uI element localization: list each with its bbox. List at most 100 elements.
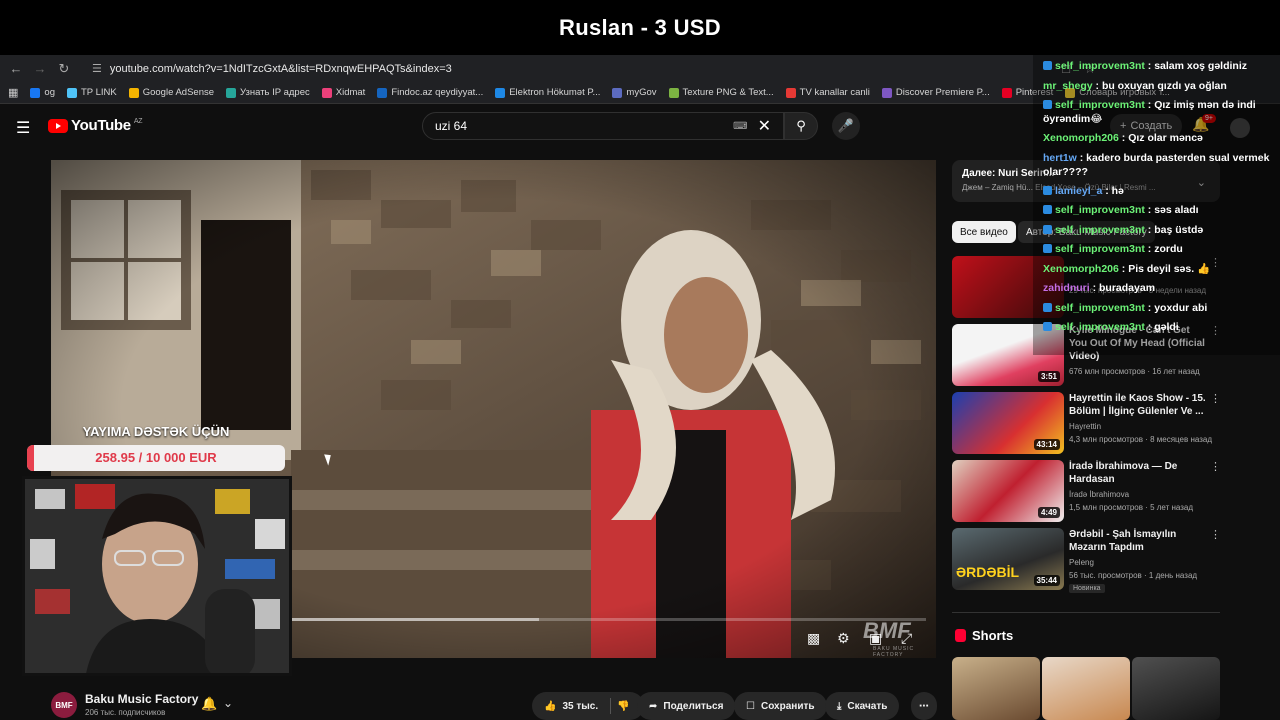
bookmark-label: Xidmat — [335, 87, 366, 98]
forward-icon[interactable]: → — [28, 61, 52, 76]
recommendation-item[interactable]: 43:14 Hayrettin ile Kaos Show - 15. Bölü… — [952, 392, 1221, 454]
recommendation-title: Hayrettin ile Kaos Show - 15. Bölüm | İl… — [1069, 393, 1206, 417]
donation-goal-bar: 258.95 / 10 000 EUR — [27, 445, 285, 471]
recommendation-thumbnail[interactable]: 43:14 — [952, 392, 1064, 454]
search-button[interactable]: ⚲ — [784, 112, 818, 140]
recommendation-channel[interactable]: Hayrettin — [1069, 422, 1101, 431]
bookmark-item[interactable]: myGov — [612, 87, 657, 98]
site-info-icon[interactable]: ☰ — [92, 62, 102, 75]
clear-search-icon[interactable]: ✕ — [758, 116, 771, 136]
thumbs-down-icon[interactable]: 👎 — [617, 701, 629, 712]
like-count: 35 тыс. — [562, 700, 599, 712]
chat-text: : yoxdur abi — [1144, 301, 1208, 314]
donation-alert-banner: Ruslan - 3 USD — [0, 0, 1280, 55]
voice-search-button[interactable]: 🎤 — [832, 112, 860, 140]
bookmark-label: TV kanallar canli — [799, 87, 870, 98]
apps-grid-icon[interactable]: ▦ — [8, 86, 18, 99]
more-vertical-icon[interactable]: ⋮ — [1210, 460, 1221, 473]
more-vertical-icon[interactable]: ⋮ — [1210, 392, 1221, 405]
address-bar[interactable]: ☰ youtube.com/watch?v=1NdITzcGxtA&list=R… — [86, 57, 1046, 80]
chevron-down-icon[interactable]: ⌄ — [223, 696, 233, 710]
save-label: Сохранить — [760, 700, 815, 712]
chat-username: Xenomorph206 — [1043, 262, 1119, 275]
chat-message: self_improvem3nt : salam xoş gəldiniz — [1043, 59, 1273, 73]
video-duration: 4:49 — [1037, 507, 1060, 518]
chat-message: Xenomorph206 : Qız olar məncə — [1043, 131, 1273, 145]
bookmark-label: Texture PNG & Text... — [682, 87, 774, 98]
chat-text: : səs aladı — [1144, 204, 1199, 216]
bookmark-item[interactable]: Texture PNG & Text... — [668, 87, 774, 98]
chat-message: self_improvem3nt : səs aladı — [1043, 203, 1273, 217]
recommendation-channel[interactable]: Peleng — [1069, 558, 1094, 567]
channel-avatar[interactable]: BMF — [51, 692, 77, 718]
chat-username: self_improvem3nt — [1055, 223, 1145, 236]
chat-badge-icon — [1043, 224, 1052, 234]
short-thumbnail[interactable] — [1042, 657, 1130, 720]
channel-name[interactable]: Baku Music Factory — [85, 692, 198, 706]
bookmark-favicon-icon — [128, 87, 139, 98]
chat-message: self_improvem3nt : zordu — [1043, 242, 1273, 256]
bookmark-favicon-icon — [226, 87, 237, 98]
bookmark-item[interactable]: og — [30, 87, 55, 98]
chat-username: self_improvem3nt — [1055, 99, 1145, 111]
more-vertical-icon[interactable]: ⋮ — [1210, 528, 1221, 541]
channel-subscriber-count: 206 тыс. подписчиков — [85, 708, 166, 717]
short-thumbnail[interactable] — [952, 657, 1040, 720]
chat-username: hert1w — [1043, 151, 1077, 164]
recommendation-thumbnail[interactable]: 4:49 — [952, 460, 1064, 522]
bookmark-favicon-icon — [612, 87, 623, 98]
chat-message: hert1w : kadero burda pasterden sual ver… — [1043, 151, 1273, 179]
recommendation-channel[interactable]: İradə İbrahimova — [1069, 490, 1129, 499]
like-button[interactable]: 👍 35 тыс. 👎 — [532, 692, 644, 720]
bookmark-item[interactable]: Findoc.az qeydiyyat... — [377, 87, 483, 98]
shorts-icon — [955, 629, 966, 642]
recommendation-thumbnail[interactable]: ƏRDƏBİL 35:44 — [952, 528, 1064, 590]
subtitles-icon[interactable]: ▩ — [807, 630, 820, 647]
region-code: AZ — [133, 118, 143, 125]
settings-gear-icon[interactable]: ⚙ — [837, 630, 850, 647]
search-input[interactable]: uzi 64 ⌨ ✕ — [422, 112, 784, 140]
channel-watermark: BMF — [863, 618, 911, 643]
streamer-webcam — [22, 476, 292, 676]
video-progress-bar[interactable] — [291, 618, 926, 621]
youtube-logo[interactable]: YouTube AZ — [48, 117, 143, 134]
short-thumbnail[interactable] — [1132, 657, 1220, 720]
video-duration: 35:44 — [1033, 575, 1060, 586]
back-icon[interactable]: ← — [4, 61, 28, 76]
bookmark-item[interactable]: TV kanallar canli — [785, 87, 870, 98]
chat-username: self_improvem3nt — [1055, 321, 1145, 333]
chat-badge-icon — [1043, 185, 1052, 195]
download-button[interactable]: ⤓ Скачать — [825, 692, 900, 720]
donation-goal-label: YAYIMA DƏSTƏK ÜÇÜN — [82, 424, 230, 439]
bookmark-item[interactable]: Discover Premiere P... — [881, 87, 990, 98]
reload-icon[interactable]: ↻ — [52, 61, 76, 77]
bookmark-item[interactable]: Google AdSense — [128, 87, 214, 98]
bookmark-item[interactable]: Elektron Hökumət P... — [495, 87, 600, 98]
section-divider — [952, 612, 1220, 613]
bookmark-item[interactable]: Узнать IP адрес — [226, 87, 310, 98]
bookmark-item[interactable]: TP LINK — [66, 87, 117, 98]
filter-chip-all[interactable]: Все видео — [952, 221, 1016, 243]
chat-text: : bu oxuyan qızdı ya oğlan — [1092, 79, 1227, 92]
chat-message: self_improvem3nt : baş üstdə — [1043, 223, 1273, 237]
subscription-bell-icon[interactable]: 🔔 — [201, 696, 217, 712]
shorts-title-text: Shorts — [972, 628, 1014, 643]
chat-message: Xenomorph206 : Pis deyil səs. 👍 — [1043, 262, 1273, 276]
bookmark-label: Findoc.az qeydiyyat... — [391, 87, 484, 98]
search-icon: ⚲ — [796, 118, 806, 133]
save-button[interactable]: ☐ Сохранить — [734, 692, 827, 720]
url-text: youtube.com/watch?v=1NdITzcGxtA&list=RDx… — [109, 62, 452, 75]
hamburger-menu-icon[interactable]: ☰ — [16, 118, 30, 138]
bookmark-item[interactable]: Xidmat — [321, 87, 366, 98]
webcam-feed — [25, 479, 289, 673]
recommendation-item[interactable]: 4:49 İradə İbrahimova — De Hardasan İrad… — [952, 460, 1221, 522]
keyboard-icon[interactable]: ⌨ — [733, 121, 747, 132]
more-actions-button[interactable]: ⋯ — [911, 692, 937, 720]
recommendation-title: İradə İbrahimova — De Hardasan — [1069, 461, 1178, 485]
chat-badge-icon — [1043, 302, 1052, 312]
share-button[interactable]: ➦ Поделиться — [637, 692, 736, 720]
bookmark-label: TP LINK — [80, 87, 117, 98]
download-icon: ⤓ — [837, 700, 842, 712]
bookmark-label: Elektron Hökumət P... — [509, 87, 601, 98]
recommendation-item[interactable]: ƏRDƏBİL 35:44 Ərdəbil - Şah İsmayılın Mə… — [952, 528, 1221, 593]
